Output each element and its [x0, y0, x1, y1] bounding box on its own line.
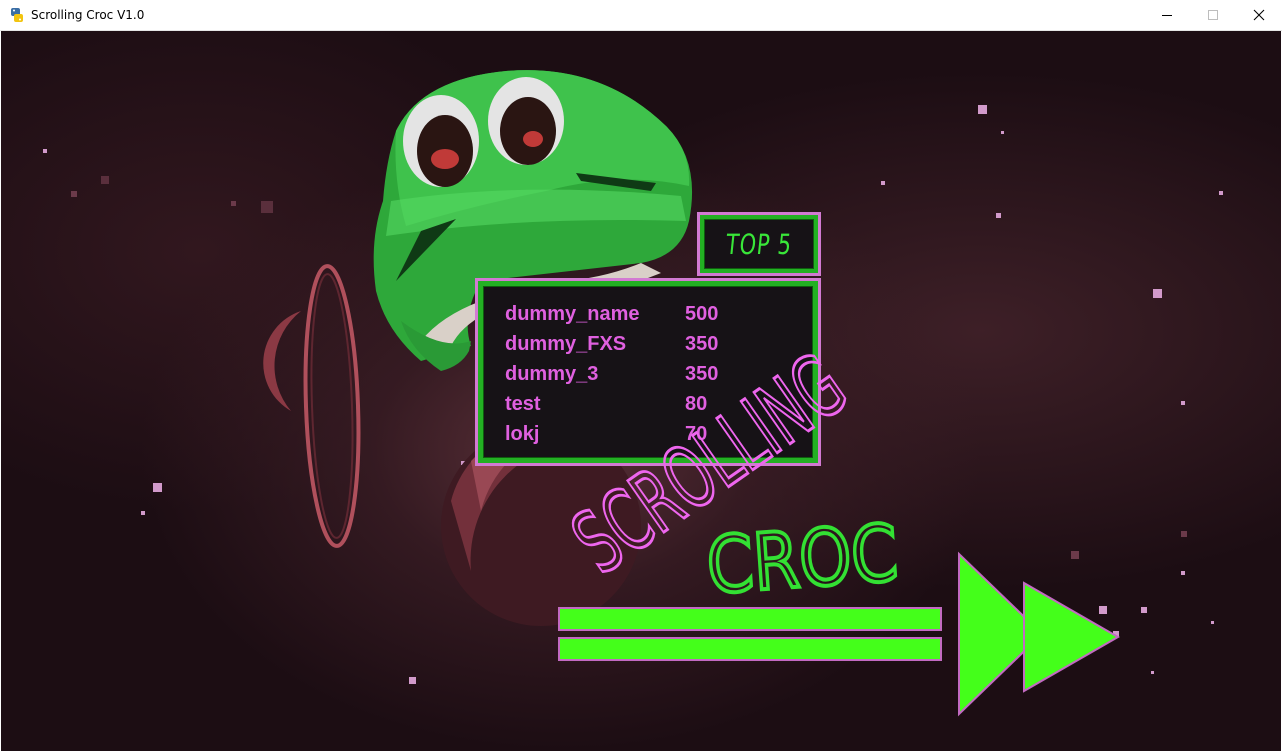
- fast-forward-icon: [558, 551, 1121, 717]
- game-canvas[interactable]: TOP 5 dummy_name 500 dummy_FXS 350 dummy…: [1, 31, 1281, 751]
- maximize-button[interactable]: [1190, 0, 1236, 30]
- maximize-icon: [1208, 10, 1218, 20]
- close-button[interactable]: [1236, 0, 1282, 30]
- window-titlebar[interactable]: Scrolling Croc V1.0: [0, 0, 1282, 31]
- play-button[interactable]: [556, 551, 1126, 751]
- minimize-icon: [1162, 15, 1172, 16]
- window-title: Scrolling Croc V1.0: [31, 8, 145, 22]
- python-icon: [11, 8, 23, 22]
- minimize-button[interactable]: [1144, 0, 1190, 30]
- close-icon: [1253, 9, 1265, 21]
